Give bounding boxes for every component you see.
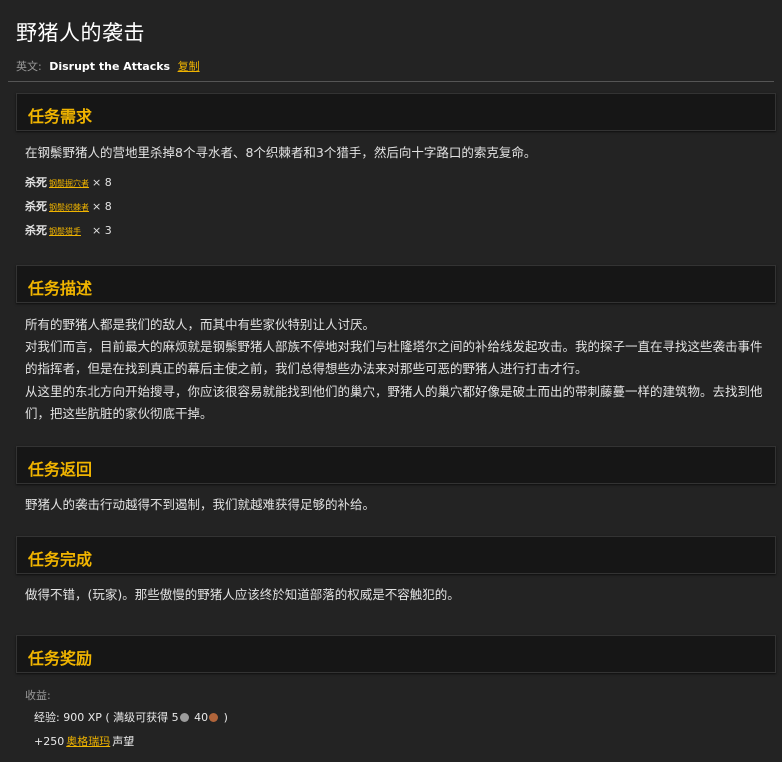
section-header-description: 任务描述 <box>16 265 776 303</box>
completion-text: 做得不错，(玩家)。那些傲慢的野猪人应该终於知道部落的权威是不容触犯的。 <box>25 587 460 602</box>
xp-text: 经验: 900 XP ( 满级可获得 5 <box>34 711 179 724</box>
npc-link[interactable]: 钢鬃猎手 <box>49 227 81 236</box>
reputation-reward: +250 奥格瑞玛 声望 <box>34 733 134 749</box>
copper-coin-icon <box>209 713 219 722</box>
xp-reward: 经验: 900 XP ( 满级可获得 5 40 ) <box>34 709 228 725</box>
rep-label: 声望 <box>112 735 135 748</box>
section-header-progress: 任务返回 <box>16 446 776 484</box>
copy-link[interactable]: 复制 <box>178 60 200 73</box>
section-heading: 任务完成 <box>28 550 93 569</box>
section-header-requirements: 任务需求 <box>16 93 776 131</box>
page-title: 野猪人的袭击 <box>16 21 145 45</box>
description-line: 对我们而言，目前最大的麻烦就是钢鬃野猪人部族不停地对我们与杜隆塔尔之间的补给线发… <box>25 339 763 354</box>
rep-amount: +250 <box>34 735 65 748</box>
progress-text: 野猪人的袭击行动越得不到遏制，我们就越难获得足够的补给。 <box>25 497 376 512</box>
kill-label: 杀死 <box>25 176 47 189</box>
objective-count: × 8 <box>92 200 112 213</box>
objective-count: × 3 <box>92 224 112 237</box>
title-divider <box>8 81 774 82</box>
description-line: 的指挥者，但是在找到真正的幕后主使之前，我们总得想些办法来对那些可恶的野猪人进行… <box>25 361 588 376</box>
description-line: 们，把这些肮脏的家伙彻底干掉。 <box>25 406 213 421</box>
section-heading: 任务奖励 <box>28 649 93 668</box>
section-heading: 任务返回 <box>28 460 93 479</box>
faction-link[interactable]: 奥格瑞玛 <box>66 735 110 748</box>
requirements-text: 在钢鬃野猪人的营地里杀掉8个寻水者、8个织棘者和3个猎手，然后向十字路口的索克复… <box>25 145 537 160</box>
section-heading: 任务描述 <box>28 279 93 298</box>
npc-link[interactable]: 钢鬃掘穴者 <box>49 179 89 188</box>
section-heading: 任务需求 <box>28 107 93 126</box>
english-label: 英文: <box>16 60 42 73</box>
section-header-completion: 任务完成 <box>16 536 776 574</box>
description-line: 所有的野猪人都是我们的敌人，而其中有些家伙特别让人讨厌。 <box>25 317 376 332</box>
kill-label: 杀死 <box>25 200 47 213</box>
kill-label: 杀死 <box>25 224 47 237</box>
english-name: Disrupt the Attacks <box>49 60 171 73</box>
xp-close: ) <box>223 711 228 724</box>
silver-coin-icon <box>179 713 189 722</box>
objective-row: 杀死 钢鬃掘穴者 × 8 <box>25 174 112 190</box>
copper-amount: 40 <box>194 711 209 724</box>
objective-row: 杀死 钢鬃织棘者 × 8 <box>25 198 112 214</box>
objective-count: × 8 <box>92 176 112 189</box>
gain-label: 收益: <box>25 689 51 702</box>
description-line: 从这里的东北方向开始搜寻，你应该很容易就能找到他们的巢穴，野猪人的巢穴都好像是破… <box>25 384 763 399</box>
npc-link[interactable]: 钢鬃织棘者 <box>49 203 89 212</box>
english-name-line: 英文: Disrupt the Attacks 复制 <box>16 58 200 74</box>
section-header-rewards: 任务奖励 <box>16 635 776 673</box>
objective-row: 杀死 钢鬃猎手 × 3 <box>25 222 112 238</box>
